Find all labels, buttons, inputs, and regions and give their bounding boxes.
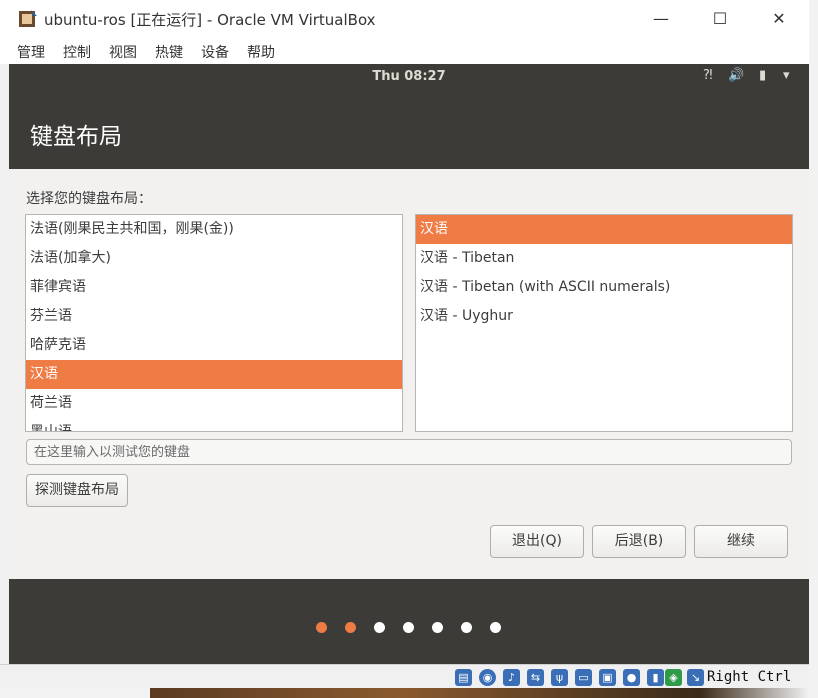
display-icon[interactable]: ▣ bbox=[599, 669, 616, 686]
menu-devices[interactable]: 设备 bbox=[201, 42, 229, 62]
ubuntu-top-bar: Thu 08:27 ⁈ 🔊 ▮ ▾ bbox=[9, 64, 809, 89]
progress-dot-5 bbox=[432, 622, 443, 633]
maximize-button[interactable]: ☐ bbox=[697, 6, 743, 32]
menu-manage[interactable]: 管理 bbox=[17, 42, 45, 62]
layout-list-item[interactable]: 法语(刚果民主共和国，刚果(金)) bbox=[26, 215, 402, 244]
menu-view[interactable]: 视图 bbox=[109, 42, 137, 62]
vbox-status-bar: ▤ ◉ ♪ ⇆ ψ ▭ ▣ ● ▮ ◈ ↘ Right Ctrl bbox=[0, 664, 809, 688]
minimize-button[interactable]: — bbox=[638, 6, 684, 32]
virtualbox-app-icon bbox=[19, 10, 37, 27]
window-title: ubuntu-ros [正在运行] - Oracle VM VirtualBox bbox=[44, 11, 376, 29]
clock[interactable]: Thu 08:27 bbox=[9, 69, 809, 84]
network-adapter-icon[interactable]: ⇆ bbox=[527, 669, 544, 686]
menu-bar: 管理 控制 视图 热键 设备 帮助 bbox=[0, 38, 809, 64]
progress-dot-1 bbox=[316, 622, 327, 633]
progress-dot-4 bbox=[403, 622, 414, 633]
video-capture-icon[interactable]: ● bbox=[623, 669, 640, 686]
menu-help[interactable]: 帮助 bbox=[247, 42, 275, 62]
variant-list-item-selected[interactable]: 汉语 bbox=[416, 215, 792, 244]
progress-dot-7 bbox=[490, 622, 501, 633]
host-key-label: Right Ctrl bbox=[707, 669, 792, 685]
volume-icon[interactable]: 🔊 bbox=[728, 68, 744, 83]
layout-list-item[interactable]: 芬兰语 bbox=[26, 302, 402, 331]
host-background-bottom bbox=[0, 688, 818, 698]
progress-dot-2 bbox=[345, 622, 356, 633]
network-icon[interactable]: ⁈ bbox=[703, 68, 713, 83]
virtualbox-window: ubuntu-ros [正在运行] - Oracle VM VirtualBox… bbox=[0, 0, 809, 688]
menu-control[interactable]: 控制 bbox=[63, 42, 91, 62]
hard-disk-icon[interactable]: ▤ bbox=[455, 669, 472, 686]
progress-dot-6 bbox=[461, 622, 472, 633]
usb-icon[interactable]: ψ bbox=[551, 669, 568, 686]
detect-layout-button[interactable]: 探测键盘布局 bbox=[26, 474, 128, 507]
layout-list[interactable]: 法语(刚果民主共和国，刚果(金)) 法语(加拿大) 菲律宾语 芬兰语 哈萨克语 … bbox=[25, 214, 403, 432]
mouse-integration-icon[interactable]: ↘ bbox=[687, 669, 704, 686]
layout-prompt: 选择您的键盘布局： bbox=[26, 191, 152, 207]
audio-icon[interactable]: ♪ bbox=[503, 669, 520, 686]
back-button[interactable]: 后退(B) bbox=[592, 525, 686, 558]
layout-list-item[interactable]: 法语(加拿大) bbox=[26, 244, 402, 273]
layout-list-item-selected[interactable]: 汉语 bbox=[26, 360, 402, 389]
shared-folders-icon[interactable]: ▭ bbox=[575, 669, 592, 686]
menu-hotkey[interactable]: 热键 bbox=[155, 42, 183, 62]
layout-list-item[interactable]: 哈萨克语 bbox=[26, 331, 402, 360]
guest-screen: Thu 08:27 ⁈ 🔊 ▮ ▾ 键盘布局 选择您的键盘布局： 法语(刚果民主… bbox=[9, 64, 809, 664]
battery-icon[interactable]: ▮ bbox=[759, 68, 766, 83]
cpu-activity-icon[interactable]: ◈ bbox=[665, 669, 682, 686]
variant-list[interactable]: 汉语 汉语 - Tibetan 汉语 - Tibetan (with ASCII… bbox=[415, 214, 793, 432]
title-bar: ubuntu-ros [正在运行] - Oracle VM VirtualBox… bbox=[0, 0, 809, 38]
variant-list-item[interactable]: 汉语 - Uyghur bbox=[416, 302, 792, 331]
continue-button[interactable]: 继续 bbox=[694, 525, 788, 558]
variant-list-item[interactable]: 汉语 - Tibetan (with ASCII numerals) bbox=[416, 273, 792, 302]
quit-button[interactable]: 退出(Q) bbox=[490, 525, 584, 558]
layout-list-item[interactable]: 荷兰语 bbox=[26, 389, 402, 418]
page-title: 键盘布局 bbox=[30, 124, 122, 150]
keyboard-test-input[interactable] bbox=[26, 439, 792, 465]
host-background-right bbox=[809, 0, 818, 698]
close-button[interactable]: ✕ bbox=[756, 6, 802, 32]
dropdown-arrow-icon[interactable]: ▾ bbox=[783, 68, 790, 83]
installer-header: 键盘布局 bbox=[9, 89, 809, 169]
layout-list-item[interactable]: 菲律宾语 bbox=[26, 273, 402, 302]
optical-drive-icon[interactable]: ◉ bbox=[479, 669, 496, 686]
recording-icon[interactable]: ▮ bbox=[647, 669, 664, 686]
variant-list-item[interactable]: 汉语 - Tibetan bbox=[416, 244, 792, 273]
layout-list-item[interactable]: 黑山语 bbox=[26, 418, 402, 431]
progress-dot-3 bbox=[374, 622, 385, 633]
